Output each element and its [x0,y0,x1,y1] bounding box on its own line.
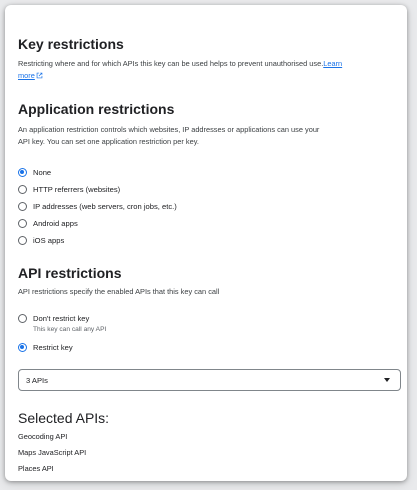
learn-more-link-text-1: Learn [323,59,343,68]
radio-unchecked-icon[interactable] [18,235,27,245]
radio-unchecked-icon[interactable] [18,201,27,211]
app-restriction-option-label: HTTP referrers (websites) [33,184,121,194]
app-restriction-option-label: Android apps [33,218,78,228]
learn-more-link[interactable]: Learn [323,59,342,68]
api-restrictions-title: API restrictions [18,265,122,281]
app-restriction-option-http-referrers[interactable]: HTTP referrers (websites) [18,182,120,196]
app-restriction-option-android-apps[interactable]: Android apps [18,216,78,230]
application-restrictions-description-line2: API key. You can set one application res… [18,137,199,146]
selected-api-item: Geocoding API [18,432,68,441]
selected-apis-title: Selected APIs: [18,410,110,426]
key-restrictions-title: Key restrictions [18,36,124,52]
arrow-drop-down-icon[interactable] [384,378,390,382]
api-restriction-option-restrict-key[interactable]: Restrict key [18,340,73,354]
radio-checked-icon[interactable] [18,167,27,177]
api-restrictions-description: API restrictions specify the enabled API… [18,287,220,296]
app-restriction-option-ip-addresses[interactable]: IP addresses (web servers, cron jobs, et… [18,199,177,213]
learn-more-link-cont[interactable]: more [18,71,35,80]
app-restriction-option-label: iOS apps [33,235,65,245]
app-restriction-option-none[interactable]: None [18,165,51,179]
key-restrictions-description-text: Restricting where and for which APIs thi… [18,59,324,68]
radio-unchecked-icon[interactable] [18,313,27,323]
api-restriction-option-label: Restrict key [33,342,73,352]
app-restriction-option-ios-apps[interactable]: iOS apps [18,233,64,247]
api-select-value: 3 APIs [26,375,48,385]
radio-checked-icon[interactable] [18,342,27,352]
learn-more-link-text-2: more [18,71,35,80]
api-restriction-option-dont-restrict[interactable]: Don't restrict key [18,311,89,325]
open-in-new-icon[interactable] [36,72,43,79]
key-restrictions-description: Restricting where and for which APIs thi… [18,58,398,82]
api-select-dropdown[interactable]: 3 APIs [18,369,401,391]
app-restriction-option-label: IP addresses (web servers, cron jobs, et… [33,201,177,211]
selected-api-item: Maps JavaScript API [18,448,87,457]
selected-api-item: Places API [18,464,54,473]
application-restrictions-title: Application restrictions [18,101,175,117]
radio-unchecked-icon[interactable] [18,218,27,228]
app-restriction-option-label: None [33,167,52,177]
application-restrictions-description: An application restriction controls whic… [18,124,403,148]
application-restrictions-description-line1: An application restriction controls whic… [18,125,320,134]
key-restrictions-panel: Key restrictions Restricting where and f… [5,5,407,481]
radio-unchecked-icon[interactable] [18,184,27,194]
api-restriction-option-label: Don't restrict key [33,313,90,323]
api-restriction-option-sublabel: This key can call any API [33,326,107,333]
